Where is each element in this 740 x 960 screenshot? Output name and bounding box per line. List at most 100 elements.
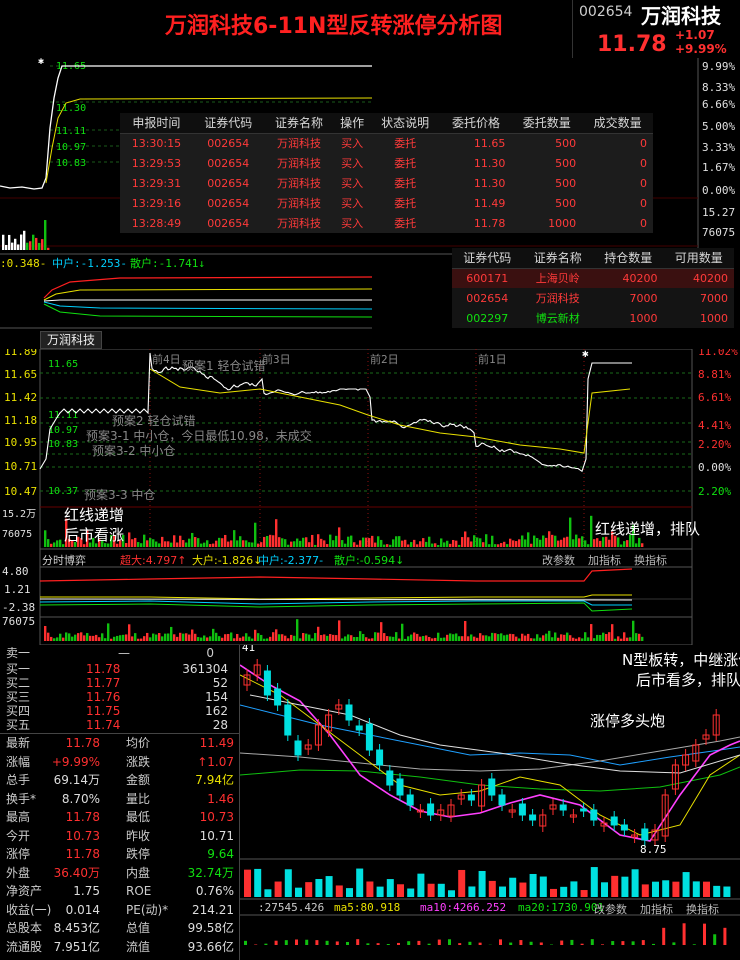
bar	[59, 633, 62, 641]
bar	[266, 535, 269, 547]
order-row[interactable]: 13:28:49 002654 万润科技 买入 委托 11.78 1000 0	[120, 213, 653, 233]
bar	[404, 539, 407, 547]
kline-macd-bar	[284, 940, 288, 945]
order-cell: 买入	[334, 193, 370, 213]
kline-macd-bar	[703, 923, 706, 945]
kline-macd-bar	[295, 939, 298, 945]
svg-text:✱: ✱	[38, 58, 44, 67]
candle	[590, 809, 598, 821]
bar	[155, 541, 158, 547]
bar	[44, 220, 47, 250]
kline-vol-bar	[407, 888, 415, 897]
bar	[374, 542, 377, 547]
bar	[107, 623, 110, 641]
order-row[interactable]: 13:29:16 002654 万润科技 买入 委托 11.49 500 0	[120, 193, 653, 213]
day-label-1: 前3日	[262, 352, 291, 366]
kline-vol-bar	[662, 880, 670, 897]
position-row[interactable]: 600171 上海贝岭 40200 40200	[452, 268, 734, 288]
position-row[interactable]: 002654 万润科技 7000 7000	[452, 288, 734, 308]
ma-add-indicator-button[interactable]: 加指标	[640, 901, 673, 917]
order-cell: 1000	[511, 213, 583, 233]
stock-name: 万润科技	[641, 4, 721, 28]
bar	[242, 540, 245, 547]
quote-stat-row: 最新 11.78 均价 11.49	[6, 736, 234, 750]
flow-mid: 中户:-2.377-	[258, 554, 324, 567]
bar	[338, 620, 341, 641]
top-vol-axis-0: 15.27	[702, 206, 735, 219]
order-row[interactable]: 13:29:31 002654 万润科技 买入 委托 11.30 500 0	[120, 173, 653, 193]
position-cell: 7000	[593, 288, 664, 308]
kline-macd-bar	[570, 939, 574, 945]
bar	[587, 544, 590, 547]
bar	[257, 543, 260, 547]
bar	[383, 633, 386, 641]
bar	[341, 638, 344, 641]
kline-vol-bar	[611, 875, 619, 897]
flow-switch-indicator-button[interactable]: 换指标	[634, 552, 667, 568]
bar	[272, 535, 275, 547]
bar	[476, 537, 479, 547]
bar	[500, 633, 503, 641]
bar	[233, 530, 236, 547]
bar	[47, 247, 50, 250]
bar	[125, 543, 128, 547]
order-row[interactable]: 13:30:15 002654 万润科技 买入 委托 11.65 500 0	[120, 133, 653, 153]
quote-stat-row: 流通股 7.951亿 流值 93.66亿	[6, 939, 234, 954]
candle	[263, 670, 271, 696]
bar	[47, 539, 50, 547]
bar	[599, 635, 602, 641]
flow-big: 大户:-1.826↓	[192, 554, 263, 567]
flow-add-indicator-button[interactable]: 加指标	[588, 552, 621, 568]
bar	[83, 635, 86, 641]
candle	[294, 740, 302, 756]
bar	[506, 544, 509, 547]
bar	[446, 634, 449, 641]
mid-right-axis-0: 11.02%	[698, 349, 738, 358]
ma-param-button[interactable]: 改参数	[594, 901, 627, 917]
tab-stock[interactable]: 万润科技	[40, 331, 102, 349]
bar	[347, 536, 350, 547]
order-row[interactable]: 13:29:53 002654 万润科技 买入 委托 11.30 500 0	[120, 153, 653, 173]
candle	[620, 824, 628, 831]
bar	[455, 540, 458, 547]
bar	[386, 636, 389, 641]
bar	[509, 633, 512, 641]
bar	[611, 624, 614, 641]
bar	[335, 635, 338, 641]
bar	[209, 636, 212, 641]
bar	[488, 636, 491, 641]
candle	[427, 803, 435, 816]
pos-header-code: 证券代码	[452, 248, 523, 269]
flow-param-button[interactable]: 改参数	[542, 552, 575, 568]
bar	[377, 536, 380, 547]
bar	[215, 632, 218, 641]
candle	[467, 794, 475, 801]
kline-macd-bar	[621, 941, 625, 945]
bar	[32, 234, 35, 250]
flow-small: 散户:-0.594↓	[334, 554, 405, 567]
top-right-axis-3: 5.00%	[702, 120, 735, 133]
bar	[113, 636, 116, 641]
ma-switch-indicator-button[interactable]: 换指标	[686, 901, 719, 917]
bar	[470, 541, 473, 547]
quote-stat-row: 换手* 8.70% 量比 1.46	[6, 791, 234, 806]
candle	[365, 723, 373, 751]
bar	[353, 542, 356, 547]
kline-vol-bar	[580, 890, 588, 897]
bar	[269, 534, 272, 547]
bar	[263, 638, 266, 641]
position-cell: 万润科技	[522, 288, 593, 308]
bar	[20, 234, 23, 250]
bar	[197, 637, 200, 641]
bar	[158, 543, 161, 547]
position-row[interactable]: 002297 博云新材 1000 1000	[452, 308, 734, 328]
bar	[641, 543, 644, 547]
order-header-code: 证券代码	[192, 113, 264, 134]
bar	[392, 539, 395, 547]
bar	[137, 638, 140, 641]
bar	[575, 534, 578, 547]
kline-vol-bar	[682, 872, 690, 897]
bar	[458, 636, 461, 641]
bar	[242, 636, 245, 641]
bar	[299, 540, 302, 547]
